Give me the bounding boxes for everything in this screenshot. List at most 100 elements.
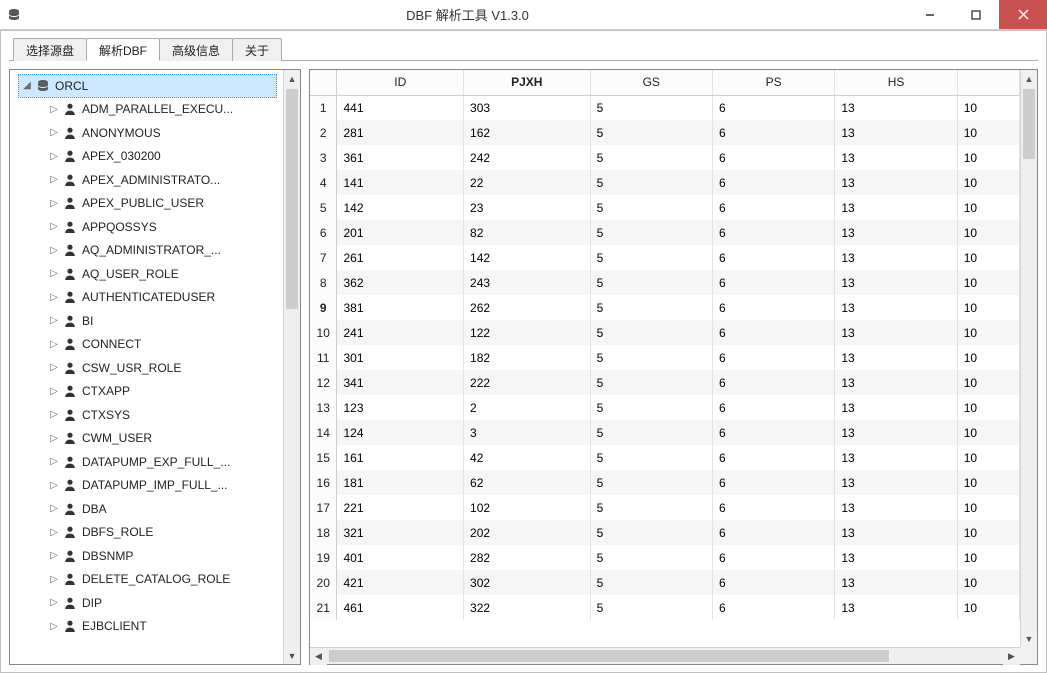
table-cell[interactable]: 142 xyxy=(337,195,464,220)
tree-node[interactable]: ▷CTXAPP xyxy=(18,380,283,404)
table-cell[interactable]: 10 xyxy=(957,595,1019,620)
table-cell[interactable]: 6 xyxy=(712,445,834,470)
table-row[interactable]: 8362243561310 xyxy=(310,270,1020,295)
table-cell[interactable]: 62 xyxy=(464,470,591,495)
table-cell[interactable]: 13 xyxy=(835,570,957,595)
table-cell[interactable]: 3 xyxy=(464,420,591,445)
table-cell[interactable]: 5 xyxy=(590,95,712,120)
expand-icon[interactable]: ▷ xyxy=(48,550,60,561)
table-cell[interactable]: 6 xyxy=(712,520,834,545)
table-cell[interactable]: 5 xyxy=(590,145,712,170)
expand-icon[interactable]: ▷ xyxy=(48,174,60,185)
table-row[interactable]: 20421302561310 xyxy=(310,570,1020,595)
tree-node[interactable]: ▷CSW_USR_ROLE xyxy=(18,356,283,380)
row-number[interactable]: 11 xyxy=(310,345,337,370)
table-cell[interactable]: 6 xyxy=(712,370,834,395)
table-cell[interactable]: 6 xyxy=(712,220,834,245)
tab-about[interactable]: 关于 xyxy=(232,38,282,61)
expand-icon[interactable]: ▷ xyxy=(48,221,60,232)
grid-vscrollbar[interactable]: ▲ ▼ xyxy=(1020,70,1037,647)
table-cell[interactable]: 10 xyxy=(957,370,1019,395)
tree-node[interactable]: ▷DATAPUMP_IMP_FULL_... xyxy=(18,474,283,498)
table-cell[interactable]: 13 xyxy=(835,520,957,545)
table-cell[interactable]: 13 xyxy=(835,245,957,270)
table-cell[interactable]: 421 xyxy=(337,570,464,595)
expand-icon[interactable]: ▷ xyxy=(48,315,60,326)
table-cell[interactable]: 5 xyxy=(590,270,712,295)
table-cell[interactable]: 5 xyxy=(590,320,712,345)
table-cell[interactable]: 124 xyxy=(337,420,464,445)
grid-hscrollbar[interactable]: ◀ ▶ xyxy=(310,647,1020,664)
table-row[interactable]: 9381262561310 xyxy=(310,295,1020,320)
table-cell[interactable]: 13 xyxy=(835,545,957,570)
table-cell[interactable]: 5 xyxy=(590,595,712,620)
row-number[interactable]: 17 xyxy=(310,495,337,520)
expand-icon[interactable]: ▷ xyxy=(48,503,60,514)
table-cell[interactable]: 13 xyxy=(835,395,957,420)
table-cell[interactable]: 2 xyxy=(464,395,591,420)
table-cell[interactable]: 13 xyxy=(835,295,957,320)
table-cell[interactable]: 441 xyxy=(337,95,464,120)
table-cell[interactable]: 401 xyxy=(337,545,464,570)
table-cell[interactable]: 5 xyxy=(590,470,712,495)
table-cell[interactable]: 123 xyxy=(337,395,464,420)
column-header[interactable]: HS xyxy=(835,70,957,95)
column-header[interactable]: ID xyxy=(337,70,464,95)
table-row[interactable]: 514223561310 xyxy=(310,195,1020,220)
table-cell[interactable]: 6 xyxy=(712,470,834,495)
table-cell[interactable]: 13 xyxy=(835,145,957,170)
table-cell[interactable]: 6 xyxy=(712,570,834,595)
tree-scrollbar[interactable]: ▲ ▼ xyxy=(283,70,300,664)
table-cell[interactable]: 10 xyxy=(957,445,1019,470)
expand-icon[interactable]: ▷ xyxy=(48,574,60,585)
tree-node[interactable]: ▷AQ_USER_ROLE xyxy=(18,262,283,286)
table-cell[interactable]: 5 xyxy=(590,170,712,195)
row-number[interactable]: 9 xyxy=(310,295,337,320)
expand-icon[interactable]: ▷ xyxy=(48,104,60,115)
table-row[interactable]: 1516142561310 xyxy=(310,445,1020,470)
expand-icon[interactable]: ▷ xyxy=(48,386,60,397)
minimize-button[interactable] xyxy=(907,0,953,29)
table-cell[interactable]: 302 xyxy=(464,570,591,595)
table-cell[interactable]: 10 xyxy=(957,220,1019,245)
table-row[interactable]: 7261142561310 xyxy=(310,245,1020,270)
table-cell[interactable]: 5 xyxy=(590,345,712,370)
table-cell[interactable]: 6 xyxy=(712,345,834,370)
scroll-track[interactable] xyxy=(284,87,300,647)
table-cell[interactable]: 5 xyxy=(590,120,712,145)
table-cell[interactable]: 13 xyxy=(835,420,957,445)
table-cell[interactable]: 5 xyxy=(590,445,712,470)
row-number[interactable]: 15 xyxy=(310,445,337,470)
table-cell[interactable]: 5 xyxy=(590,520,712,545)
expand-icon[interactable]: ▷ xyxy=(48,151,60,162)
table-cell[interactable]: 243 xyxy=(464,270,591,295)
table-row[interactable]: 414122561310 xyxy=(310,170,1020,195)
row-number[interactable]: 13 xyxy=(310,395,337,420)
table-cell[interactable]: 5 xyxy=(590,570,712,595)
tab-select-source[interactable]: 选择源盘 xyxy=(13,38,87,61)
table-cell[interactable]: 42 xyxy=(464,445,591,470)
table-cell[interactable]: 10 xyxy=(957,520,1019,545)
table-cell[interactable]: 6 xyxy=(712,395,834,420)
table-cell[interactable]: 321 xyxy=(337,520,464,545)
table-row[interactable]: 21461322561310 xyxy=(310,595,1020,620)
tab-parse-dbf[interactable]: 解析DBF xyxy=(86,38,160,61)
table-cell[interactable]: 222 xyxy=(464,370,591,395)
table-cell[interactable]: 6 xyxy=(712,295,834,320)
table-cell[interactable]: 362 xyxy=(337,270,464,295)
table-cell[interactable]: 82 xyxy=(464,220,591,245)
table-cell[interactable]: 10 xyxy=(957,345,1019,370)
expand-icon[interactable]: ▷ xyxy=(48,245,60,256)
table-cell[interactable]: 122 xyxy=(464,320,591,345)
table-cell[interactable]: 6 xyxy=(712,545,834,570)
row-number[interactable]: 10 xyxy=(310,320,337,345)
row-number[interactable]: 6 xyxy=(310,220,337,245)
tree-node[interactable]: ▷ANONYMOUS xyxy=(18,121,283,145)
table-row[interactable]: 131232561310 xyxy=(310,395,1020,420)
table-cell[interactable]: 6 xyxy=(712,95,834,120)
table-cell[interactable]: 242 xyxy=(464,145,591,170)
table-cell[interactable]: 10 xyxy=(957,145,1019,170)
table-cell[interactable]: 5 xyxy=(590,220,712,245)
tree-node[interactable]: ▷CONNECT xyxy=(18,333,283,357)
expand-icon[interactable]: ▷ xyxy=(48,480,60,491)
